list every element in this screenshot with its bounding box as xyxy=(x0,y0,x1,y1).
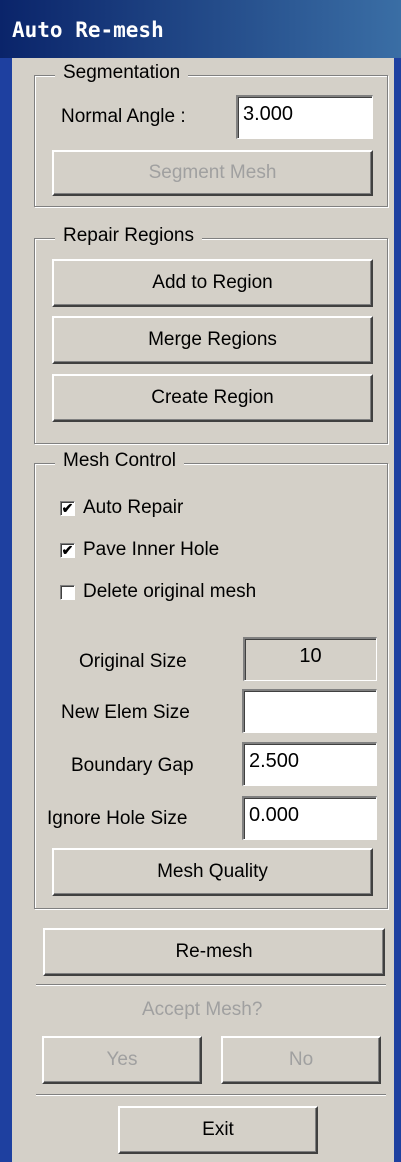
auto-repair-checkbox[interactable]: ✔ xyxy=(60,501,75,516)
mesh-control-group xyxy=(34,463,388,909)
original-size-label: Original Size xyxy=(79,651,187,672)
window-title: Auto Re-mesh xyxy=(12,18,164,42)
accept-no-button[interactable]: No xyxy=(221,1036,381,1084)
auto-repair-label[interactable]: Auto Repair xyxy=(83,497,183,519)
mesh-quality-button[interactable]: Mesh Quality xyxy=(52,848,373,896)
title-bar[interactable]: Auto Re-mesh xyxy=(0,0,401,58)
new-elem-size-input[interactable] xyxy=(242,689,377,733)
repair-regions-legend: Repair Regions xyxy=(55,225,202,247)
accept-yes-button[interactable]: Yes xyxy=(42,1036,202,1084)
delete-original-mesh-label[interactable]: Delete original mesh xyxy=(83,581,256,603)
pave-inner-hole-checkbox[interactable]: ✔ xyxy=(60,543,75,558)
auto-remesh-window: Auto Re-mesh Segmentation Normal Angle :… xyxy=(0,0,401,1162)
delete-original-mesh-checkbox[interactable] xyxy=(60,585,75,600)
exit-button[interactable]: Exit xyxy=(118,1106,318,1154)
segment-mesh-button[interactable]: Segment Mesh xyxy=(52,150,373,196)
mesh-control-legend: Mesh Control xyxy=(55,450,184,472)
ignore-hole-size-input[interactable]: 0.000 xyxy=(242,796,377,840)
new-elem-size-label: New Elem Size xyxy=(61,702,190,723)
remesh-button[interactable]: Re-mesh xyxy=(43,928,385,976)
separator-accept xyxy=(36,984,386,986)
window-left-border xyxy=(0,58,12,1162)
create-region-button[interactable]: Create Region xyxy=(52,374,373,422)
original-size-value: 10 xyxy=(243,637,377,681)
add-to-region-button[interactable]: Add to Region xyxy=(52,259,373,307)
normal-angle-label: Normal Angle : xyxy=(61,106,186,127)
boundary-gap-input[interactable]: 2.500 xyxy=(242,742,377,786)
window-right-border xyxy=(394,58,401,1162)
segmentation-legend: Segmentation xyxy=(55,62,189,84)
ignore-hole-size-label: Ignore Hole Size xyxy=(47,808,188,829)
merge-regions-button[interactable]: Merge Regions xyxy=(52,316,373,364)
accept-mesh-question: Accept Mesh? xyxy=(142,999,263,1020)
separator-exit xyxy=(36,1094,386,1096)
normal-angle-input[interactable]: 3.000 xyxy=(236,95,373,139)
pave-inner-hole-label[interactable]: Pave Inner Hole xyxy=(83,539,219,561)
boundary-gap-label: Boundary Gap xyxy=(71,755,194,776)
